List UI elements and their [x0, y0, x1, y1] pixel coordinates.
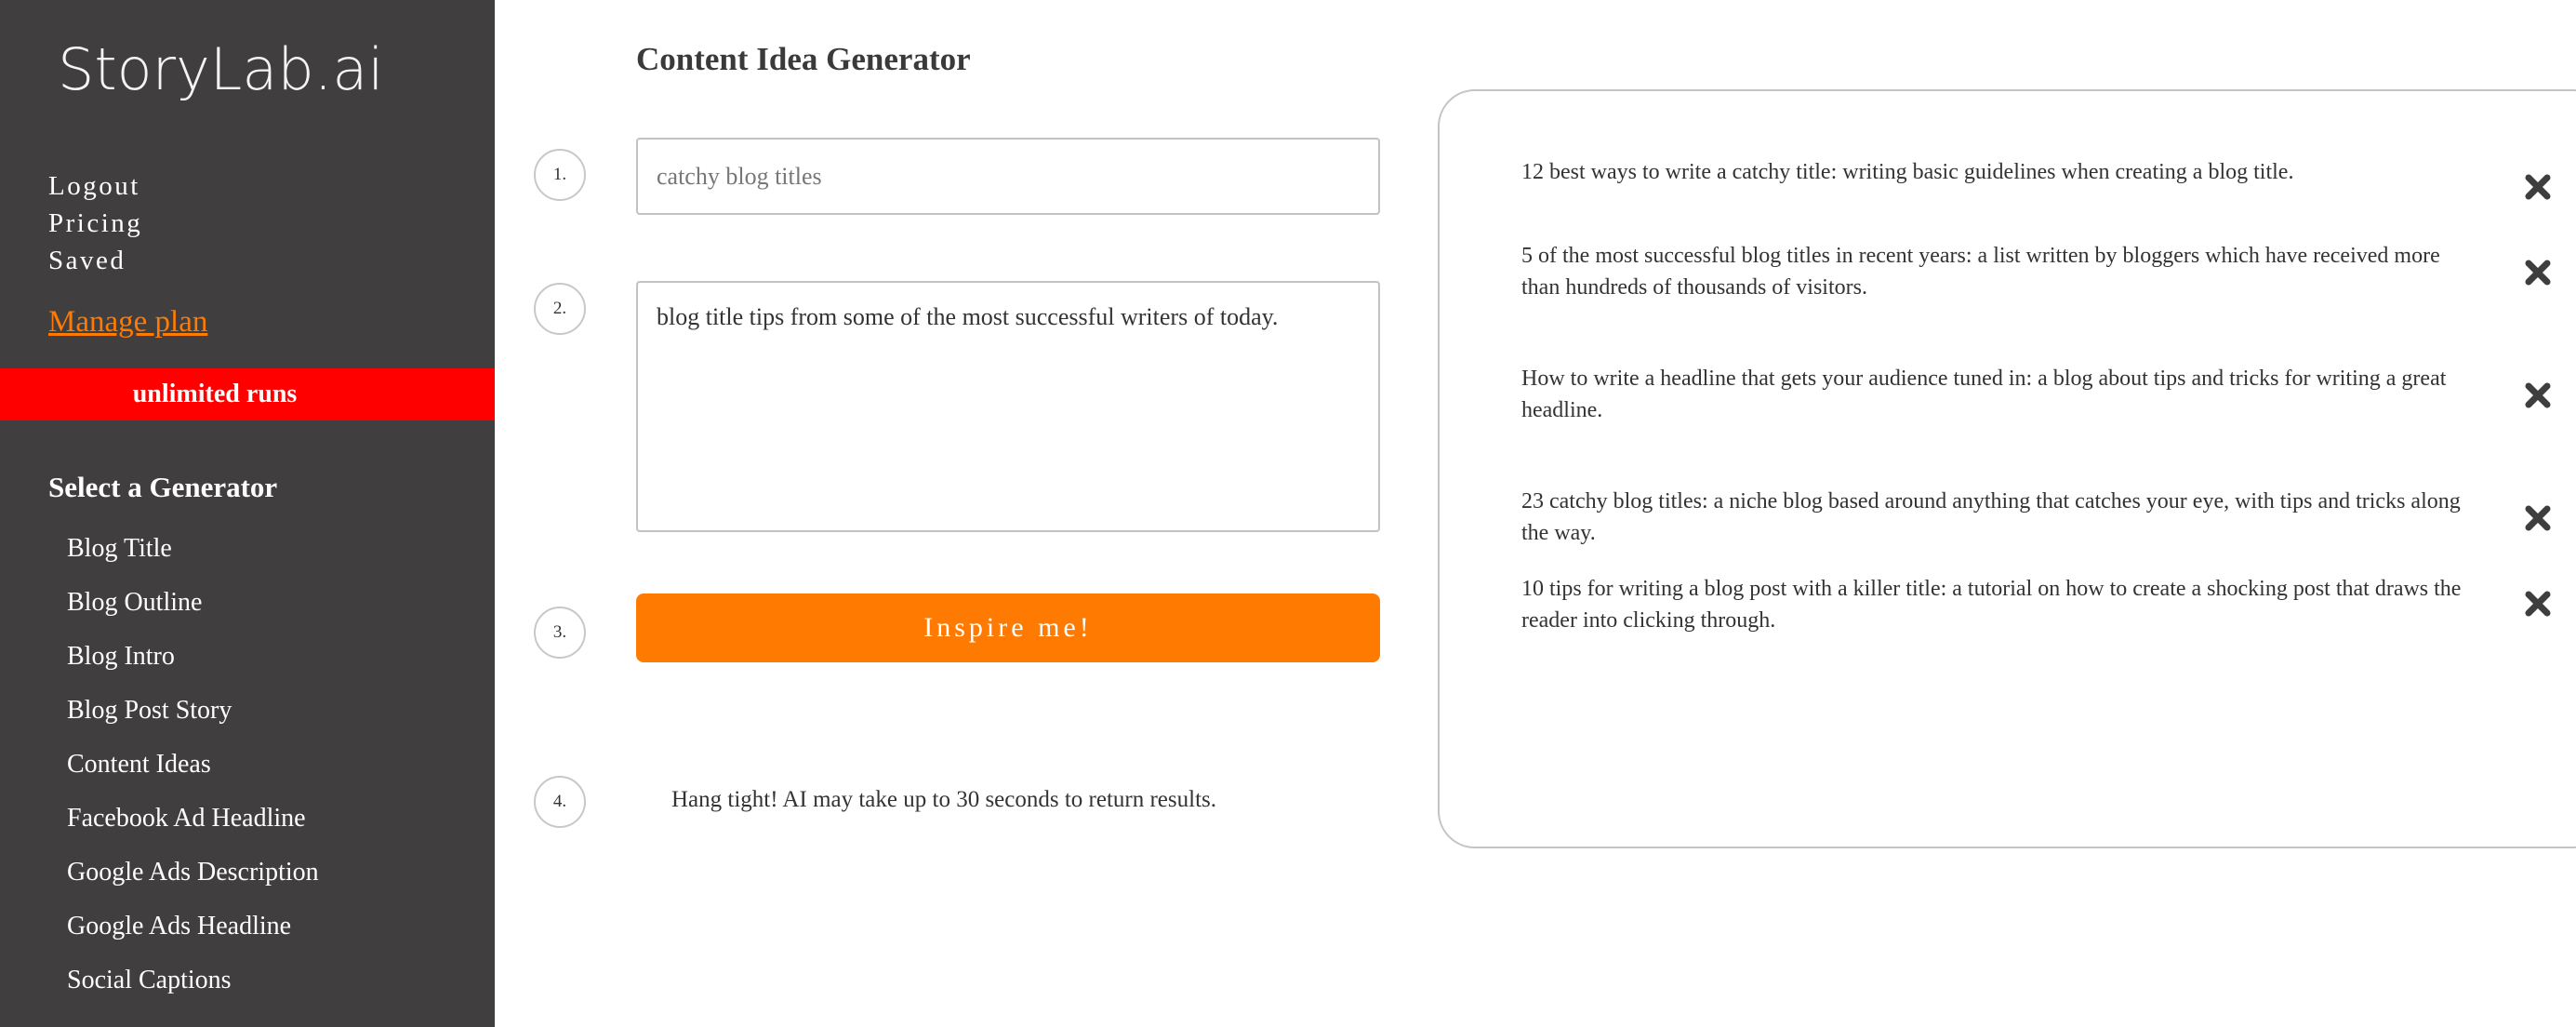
generator-google-ads-description[interactable]: Google Ads Description	[67, 858, 319, 887]
result-item[interactable]: 12 best ways to write a catchy title: wr…	[1521, 156, 2470, 188]
saved-link[interactable]: Saved	[48, 242, 142, 279]
close-x-icon[interactable]	[2524, 381, 2552, 409]
generator-blog-outline[interactable]: Blog Outline	[67, 588, 202, 617]
topic-input[interactable]	[636, 138, 1380, 215]
results-panel: 12 best ways to write a catchy title: wr…	[1438, 89, 2576, 848]
generator-google-ads-headline[interactable]: Google Ads Headline	[67, 912, 291, 940]
step-4-badge: 4.	[534, 776, 586, 828]
step-2-badge: 2.	[534, 283, 586, 335]
close-x-icon[interactable]	[2524, 504, 2552, 532]
step-3-badge: 3.	[534, 607, 586, 659]
generator-facebook-ad-headline[interactable]: Facebook Ad Headline	[67, 804, 306, 833]
result-item[interactable]: How to write a headline that gets your a…	[1521, 363, 2470, 426]
generator-heading: Select a Generator	[48, 471, 278, 503]
generator-blog-intro[interactable]: Blog Intro	[67, 642, 175, 671]
manage-plan-link[interactable]: Manage plan	[48, 305, 207, 340]
wait-message: Hang tight! AI may take up to 30 seconds…	[671, 787, 1216, 812]
logout-link[interactable]: Logout	[48, 167, 142, 205]
generator-content-ideas[interactable]: Content Ideas	[67, 750, 211, 779]
close-x-icon[interactable]	[2524, 590, 2552, 618]
sidebar: StoryLab.ai Logout Pricing Saved Manage …	[0, 0, 495, 1027]
generator-blog-post-story[interactable]: Blog Post Story	[67, 696, 232, 725]
generator-social-captions[interactable]: Social Captions	[67, 966, 232, 994]
pricing-link[interactable]: Pricing	[48, 205, 142, 242]
description-textarea[interactable]: blog title tips from some of the most su…	[636, 281, 1380, 532]
inspire-me-button[interactable]: Inspire me!	[636, 594, 1380, 662]
result-item[interactable]: 23 catchy blog titles: a niche blog base…	[1521, 486, 2470, 549]
logo[interactable]: StoryLab.ai	[58, 35, 384, 103]
page-title: Content Idea Generator	[636, 41, 971, 77]
account-links: Logout Pricing Saved	[48, 167, 142, 279]
close-x-icon[interactable]	[2524, 173, 2552, 201]
step-1-badge: 1.	[534, 149, 586, 201]
result-item[interactable]: 5 of the most successful blog titles in …	[1521, 240, 2470, 303]
close-x-icon[interactable]	[2524, 259, 2552, 287]
generator-list: Blog Title Blog Outline Blog Intro Blog …	[67, 530, 319, 1016]
result-item[interactable]: 10 tips for writing a blog post with a k…	[1521, 573, 2470, 636]
generator-blog-title[interactable]: Blog Title	[67, 534, 172, 563]
runs-banner: unlimited runs	[0, 368, 495, 420]
